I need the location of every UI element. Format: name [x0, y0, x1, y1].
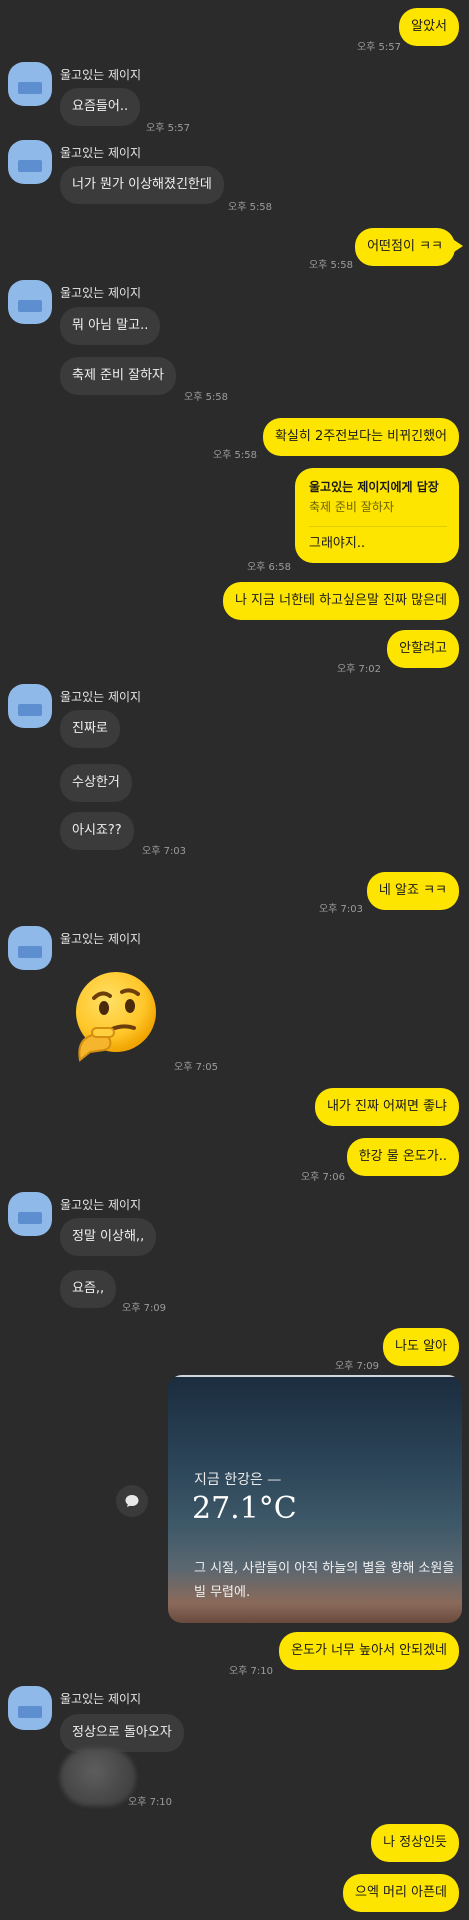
message-time: 오후 7:06 [300, 1172, 345, 1183]
message-time: 오후 7:02 [336, 664, 381, 675]
my-message-bubble[interactable]: 네 알죠 ㅋㅋ [366, 872, 459, 910]
sender-avatar[interactable] [8, 280, 52, 324]
message-text: 뭐 아님 말고.. [72, 318, 149, 333]
weather-share-card[interactable]: 지금 한강은 — 27.1°C 그 시절, 사람들이 아직 하늘의 별을 향해 … [168, 1375, 462, 1623]
sender-avatar[interactable] [8, 62, 52, 106]
profile-avatar-icon [18, 300, 42, 312]
my-message-bubble[interactable]: 어떤점이 ㅋㅋ [355, 228, 455, 266]
my-message-bubble[interactable]: 내가 진짜 어쩌면 좋냐 [314, 1088, 459, 1126]
my-message-bubble[interactable]: 으엑 머리 아픈데 [343, 1874, 459, 1912]
message-text: 요즘,, [72, 1281, 105, 1296]
thinking-face-emoji[interactable] [66, 968, 162, 1064]
message-text: 축제 준비 잘하자 [72, 368, 164, 383]
my-message-bubble[interactable]: 나 정상인듯 [371, 1824, 459, 1862]
chat-bubble-icon [125, 1495, 139, 1507]
their-message-bubble[interactable]: 수상한거 [60, 764, 132, 802]
sender-avatar[interactable] [8, 1686, 52, 1730]
sender-name: 울고있는 제이지 [60, 146, 142, 160]
sender-avatar[interactable] [8, 1192, 52, 1236]
profile-avatar-icon [18, 704, 42, 716]
message-text: 온도가 너무 높아서 안되겠네 [291, 1643, 447, 1658]
sender-avatar[interactable] [8, 684, 52, 728]
message-text: 아시죠?? [72, 823, 122, 838]
their-message-bubble[interactable]: 축제 준비 잘하자 [60, 357, 176, 395]
message-text: 확실히 2주전보다는 비뀌긴했어 [274, 429, 447, 444]
profile-avatar-icon [18, 160, 42, 172]
message-text: 정말 이상해,, [72, 1229, 145, 1244]
their-message-bubble[interactable]: 요즘,, [60, 1270, 117, 1308]
reply-divider [309, 526, 447, 527]
message-text: 어떤점이 ㅋㅋ [367, 239, 443, 254]
their-message-bubble[interactable]: 뭐 아님 말고.. [60, 307, 161, 345]
message-text: 내가 진짜 어쩌면 좋냐 [326, 1099, 447, 1114]
message-time: 오후 5:58 [184, 392, 229, 403]
message-time: 오후 5:58 [228, 202, 273, 213]
their-message-bubble[interactable]: 진짜로 [60, 710, 120, 748]
weather-caption: 그 시절, 사람들이 아직 하늘의 별을 향해 소원을 빌 무렵에. [194, 1561, 455, 1600]
message-text: 진짜로 [72, 721, 108, 736]
message-time: 오후 7:10 [228, 1666, 273, 1677]
message-time: 오후 7:05 [174, 1062, 219, 1073]
message-text: 너가 뭔가 이상해졌긴한데 [72, 177, 212, 192]
message-text: 네 알죠 ㅋㅋ [378, 883, 447, 898]
my-message-bubble[interactable]: 안할려고 [387, 630, 459, 668]
sender-name: 울고있는 제이지 [60, 68, 142, 82]
message-time: 오후 5:58 [308, 260, 353, 271]
profile-avatar-icon [18, 1706, 42, 1718]
my-message-bubble[interactable]: 나 지금 너한테 하고싶은말 진짜 많은데 [222, 582, 459, 620]
my-message-bubble[interactable]: 온도가 너무 높아서 안되겠네 [279, 1632, 459, 1670]
message-time: 오후 7:10 [128, 1797, 173, 1808]
profile-avatar-icon [18, 1212, 42, 1224]
profile-avatar-icon [18, 946, 42, 958]
message-time: 오후 7:03 [318, 904, 363, 915]
sender-name: 울고있는 제이지 [60, 1692, 142, 1706]
message-text: 으엑 머리 아픈데 [355, 1885, 447, 1900]
sender-avatar[interactable] [8, 926, 52, 970]
my-message-bubble[interactable]: 알았서 [399, 8, 459, 46]
message-text: 요즘들어.. [72, 99, 129, 114]
profile-avatar-icon [18, 82, 42, 94]
their-message-bubble[interactable]: 정말 이상해,, [60, 1218, 157, 1256]
message-time: 오후 6:58 [246, 562, 291, 573]
weather-label: 지금 한강은 — [194, 1472, 282, 1488]
blurred-sticker[interactable] [60, 1748, 136, 1806]
their-message-bubble[interactable]: 정상으로 돌아오자 [60, 1714, 184, 1752]
message-text: 나도 알아 [395, 1339, 447, 1354]
sender-name: 울고있는 제이지 [60, 690, 142, 704]
message-time: 오후 5:57 [356, 42, 401, 53]
message-text: 그래야지.. [309, 536, 366, 551]
sender-name: 울고있는 제이지 [60, 286, 142, 300]
reply-quote: 축제 준비 잘하자 [309, 500, 394, 514]
message-text: 나 지금 너한테 하고싶은말 진짜 많은데 [234, 593, 447, 608]
message-time: 오후 5:57 [146, 123, 191, 134]
my-message-bubble[interactable]: 나도 알아 [383, 1328, 459, 1366]
message-time: 오후 7:03 [142, 846, 187, 857]
their-message-bubble[interactable]: 아시죠?? [60, 812, 134, 850]
message-text: 수상한거 [72, 775, 120, 790]
message-time: 오후 7:09 [334, 1361, 379, 1372]
sender-avatar[interactable] [8, 140, 52, 184]
message-text: 안할려고 [399, 641, 447, 656]
message-time: 오후 7:09 [122, 1303, 167, 1314]
weather-temperature: 27.1°C [192, 1491, 297, 1526]
message-time: 오후 5:58 [212, 450, 257, 461]
message-text: 알았서 [411, 19, 447, 34]
sender-name: 울고있는 제이지 [60, 932, 142, 946]
message-text: 한강 물 온도가.. [358, 1149, 447, 1164]
their-message-bubble[interactable]: 너가 뭔가 이상해졌긴한데 [60, 166, 224, 204]
share-button[interactable] [116, 1485, 148, 1517]
reply-message-bubble[interactable]: 울고있는 제이지에게 답장 축제 준비 잘하자 그래야지.. [295, 468, 459, 563]
my-message-bubble[interactable]: 확실히 2주전보다는 비뀌긴했어 [262, 418, 459, 456]
my-message-bubble[interactable]: 한강 물 온도가.. [346, 1138, 459, 1176]
message-text: 나 정상인듯 [383, 1835, 447, 1850]
sender-name: 울고있는 제이지 [60, 1198, 142, 1212]
reply-target-title: 울고있는 제이지에게 답장 [309, 480, 439, 494]
message-text: 정상으로 돌아오자 [72, 1725, 172, 1740]
their-message-bubble[interactable]: 요즘들어.. [60, 88, 141, 126]
